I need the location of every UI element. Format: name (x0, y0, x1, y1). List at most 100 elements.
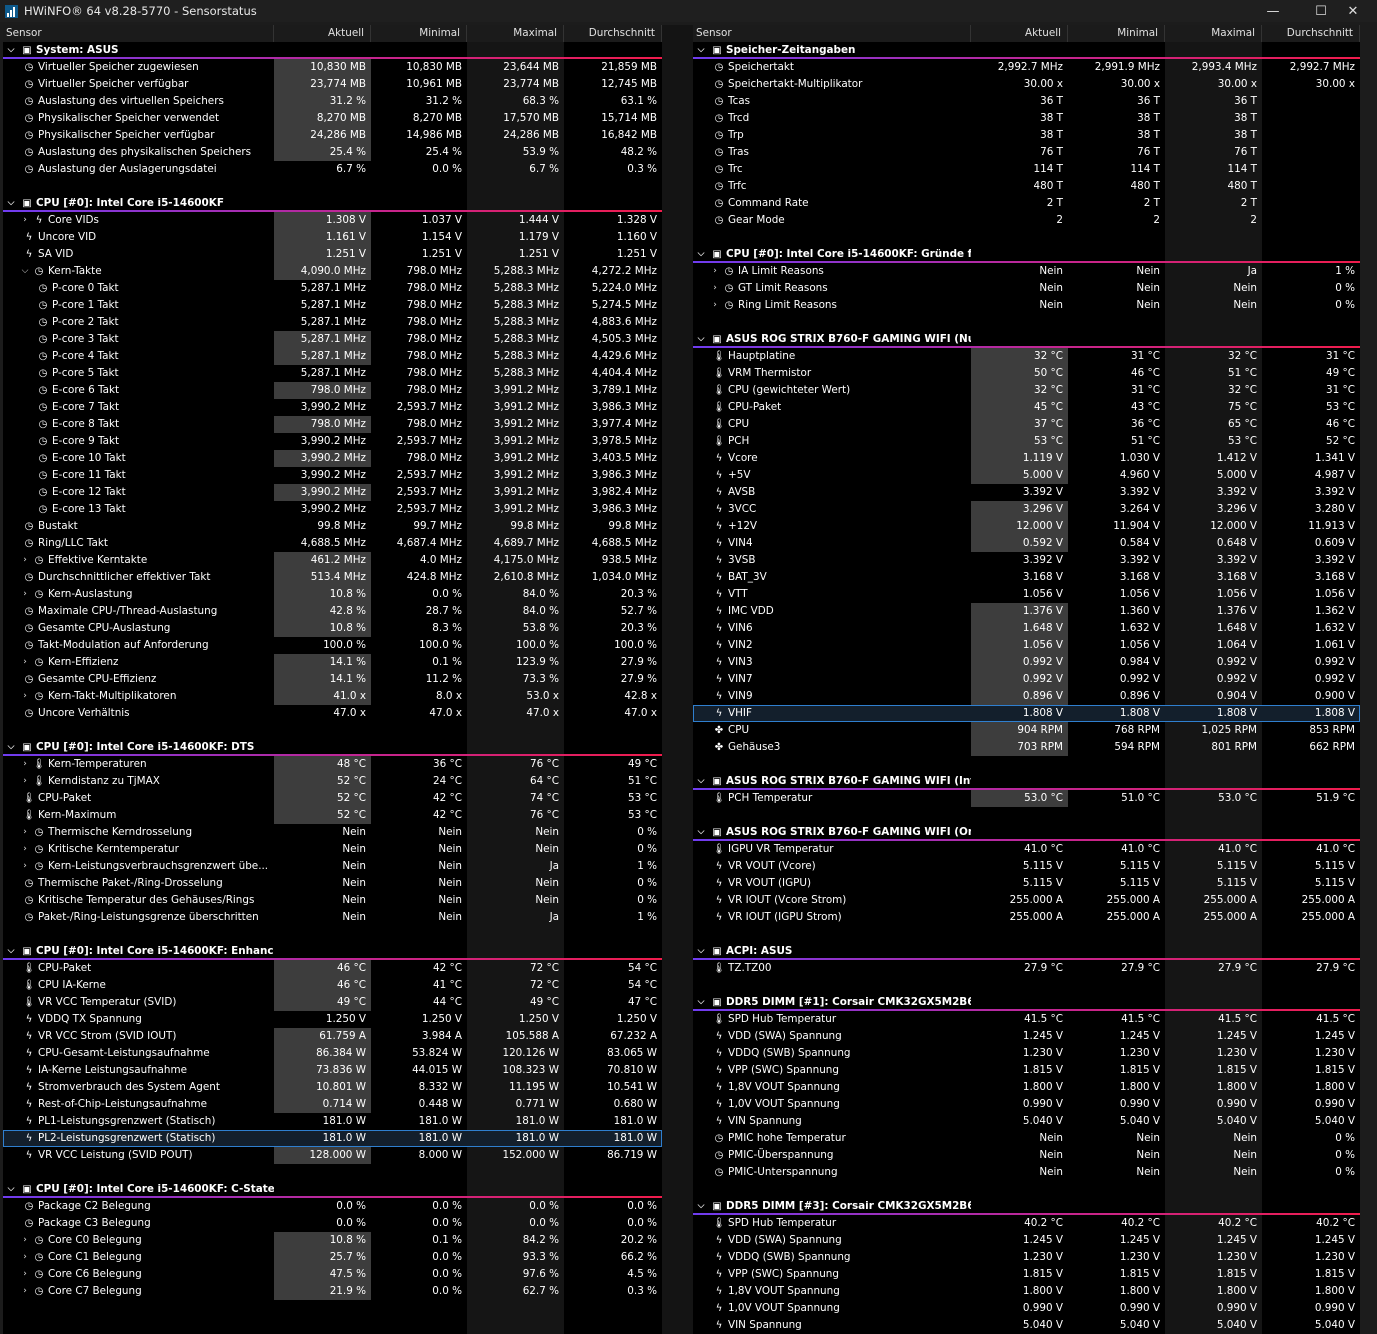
sensor-row[interactable]: ◷ E-core 8 Takt 798.0 MHz 798.0 MHz 3,991.2 … (3, 416, 662, 433)
sensor-row[interactable]: › ◷ Kern-Takt-Multiplikatoren 41.0 x 8.0 x 53… (3, 688, 662, 705)
sensor-row[interactable]: 🌡︎ IGPU VR Temperatur 41.0 °C 41.0 °C 41.0 °… (693, 841, 1360, 858)
sensor-row[interactable]: › ◷ Kern-Effizienz 14.1 % 0.1 % 123.9 % 27.9 % (3, 654, 662, 671)
minimize-button[interactable]: — (1249, 0, 1297, 22)
sensor-row[interactable]: 🌡︎ VR VCC Temperatur (SVID) 49 °C 44 °C 49 °… (3, 994, 662, 1011)
sensor-row[interactable]: ϟ IMC VDD 1.376 V 1.360 V 1.376 V 1.362 V (693, 603, 1360, 620)
sensor-group-header[interactable]: ⌵ ▣ DDR5 DIMM [#3]: Corsair CMK32GX5M2B600… (693, 1198, 1360, 1215)
chevron-right-icon[interactable]: › (709, 283, 721, 295)
sensor-group-header[interactable]: ⌵ ▣ CPU [#0]: Intel Core i5-14600KF: Gründ… (693, 246, 1360, 263)
chevron-right-icon[interactable]: › (19, 776, 31, 788)
sensor-row[interactable]: › ◷ Core C7 Belegung 21.9 % 0.0 % 62.7 % 0.3 % (3, 1283, 662, 1300)
sensor-row[interactable]: ϟ VR VOUT (Vcore) 5.115 V 5.115 V 5.115 V 5.1… (693, 858, 1360, 875)
sensor-row[interactable]: ◷ Bustakt 99.8 MHz 99.7 MHz 99.8 MHz 99.8 MHz (3, 518, 662, 535)
sensor-row[interactable]: ϟ VPP (SWC) Spannung 1.815 V 1.815 V 1.815 V… (693, 1266, 1360, 1283)
sensor-row[interactable]: ϟ VIN4 0.592 V 0.584 V 0.648 V 0.609 V (693, 535, 1360, 552)
sensor-row[interactable]: ϟ Rest-of-Chip-Leistungsaufnahme 0.714 W 0.… (3, 1096, 662, 1113)
sensor-row[interactable]: ◷ Trcd 38 T 38 T 38 T (693, 110, 1360, 127)
sensor-row[interactable]: › ◷ Effektive Kerntakte 461.2 MHz 4.0 MHz 4,1… (3, 552, 662, 569)
sensor-row[interactable]: ◷ Auslastung des physikalischen Speichers… (3, 144, 662, 161)
sensor-row[interactable]: ◷ Virtueller Speicher verfügbar 23,774 MB 1… (3, 76, 662, 93)
sensor-row[interactable]: ◷ Tcas 36 T 36 T 36 T (693, 93, 1360, 110)
sensor-row[interactable]: ◷ E-core 11 Takt 3,990.2 MHz 2,593.7 MHz 3,9… (3, 467, 662, 484)
sensor-row[interactable]: ϟ Uncore VID 1.161 V 1.154 V 1.179 V 1.160 V (3, 229, 662, 246)
col-sensor-header[interactable]: Sensor (693, 25, 971, 42)
sensor-row[interactable]: 🌡︎ CPU-Paket 46 °C 42 °C 72 °C 54 °C (3, 960, 662, 977)
sensor-row[interactable]: ϟ PL2-Leistungsgrenzwert (Statisch) 181.0 … (3, 1130, 662, 1147)
sensor-row[interactable]: ϟ VR VCC Leistung (SVID POUT) 128.000 W 8.0… (3, 1147, 662, 1164)
sensor-row[interactable]: ◷ Uncore Verhältnis 47.0 x 47.0 x 47.0 x 47.0… (3, 705, 662, 722)
sensor-row[interactable]: ◷ Auslastung der Auslagerungsdatei 6.7 % 0.… (3, 161, 662, 178)
sensor-row[interactable]: ◷ Package C3 Belegung 0.0 % 0.0 % 0.0 % 0.0 % (3, 1215, 662, 1232)
sensor-row[interactable]: ϟ BAT_3V 3.168 V 3.168 V 3.168 V 3.168 V (693, 569, 1360, 586)
sensor-group-header[interactable]: ⌵ ▣ DDR5 DIMM [#1]: Corsair CMK32GX5M2B600… (693, 994, 1360, 1011)
sensor-row[interactable]: ϟ CPU-Gesamt-Leistungsaufnahme 86.384 W 53.… (3, 1045, 662, 1062)
chevron-down-icon[interactable]: ⌵ (695, 827, 707, 839)
sensor-row[interactable]: ϟ VR IOUT (IGPU Strom) 255.000 A 255.000 A 2… (693, 909, 1360, 926)
chevron-down-icon[interactable]: ⌵ (5, 198, 17, 210)
sensor-row[interactable]: 🌡︎ TZ.TZ00 27.9 °C 27.9 °C 27.9 °C 27.9 °C (693, 960, 1360, 977)
sensor-row[interactable]: ◷ E-core 9 Takt 3,990.2 MHz 2,593.7 MHz 3,99… (3, 433, 662, 450)
sensor-row[interactable]: ◷ E-core 13 Takt 3,990.2 MHz 2,593.7 MHz 3,9… (3, 501, 662, 518)
sensor-row[interactable]: › ◷ Ring Limit Reasons Nein Nein Nein 0 % (693, 297, 1360, 314)
chevron-right-icon[interactable]: › (19, 215, 31, 227)
col-aktuell-header[interactable]: Aktuell (971, 25, 1068, 42)
sensor-row[interactable]: 🌡︎ PCH Temperatur 53.0 °C 51.0 °C 53.0 °C 51.… (693, 790, 1360, 807)
sensor-row[interactable]: 🌡︎ CPU-Paket 45 °C 43 °C 75 °C 53 °C (693, 399, 1360, 416)
sensor-row[interactable]: ◷ Command Rate 2 T 2 T 2 T (693, 195, 1360, 212)
chevron-right-icon[interactable]: › (709, 300, 721, 312)
sensor-row[interactable]: › 🌡︎ Kerndistanz zu TjMAX 52 °C 24 °C 64 °C 51… (3, 773, 662, 790)
chevron-down-icon[interactable]: ⌵ (5, 742, 17, 754)
sensor-row[interactable]: ◷ E-core 12 Takt 3,990.2 MHz 2,593.7 MHz 3,9… (3, 484, 662, 501)
sensor-row[interactable]: ϟ VTT 1.056 V 1.056 V 1.056 V 1.056 V (693, 586, 1360, 603)
sensor-row[interactable]: ◷ Maximale CPU-/Thread-Auslastung 42.8 % 28… (3, 603, 662, 620)
chevron-right-icon[interactable]: › (19, 827, 31, 839)
col-aktuell-header[interactable]: Aktuell (274, 25, 371, 42)
sensor-row[interactable]: ϟ 1,8V VOUT Spannung 1.800 V 1.800 V 1.800 V… (693, 1079, 1360, 1096)
col-durchschnitt-header[interactable]: Durchschnitt (1262, 25, 1360, 42)
sensor-row[interactable]: ϟ +12V 12.000 V 11.904 V 12.000 V 11.913 V (693, 518, 1360, 535)
sensor-row[interactable]: › ϟ Core VIDs 1.308 V 1.037 V 1.444 V 1.328 V (3, 212, 662, 229)
sensor-row[interactable]: 🌡︎ CPU IA-Kerne 46 °C 41 °C 72 °C 54 °C (3, 977, 662, 994)
chevron-down-icon[interactable]: ⌵ (695, 249, 707, 261)
sensor-row[interactable]: › ◷ Kern-Leistungsverbrauchsgrenzwert übe.… (3, 858, 662, 875)
sensor-row[interactable]: › ◷ Core C0 Belegung 10.8 % 0.1 % 84.2 % 20.2 … (3, 1232, 662, 1249)
sensor-row[interactable]: 🌡︎ Kern-Maximum 52 °C 42 °C 76 °C 53 °C (3, 807, 662, 824)
sensor-row[interactable]: 🌡︎ VRM Thermistor 50 °C 46 °C 51 °C 49 °C (693, 365, 1360, 382)
sensor-group-header[interactable]: ⌵ ▣ ASUS ROG STRIX B760-F GAMING WIFI (Nuv… (693, 331, 1360, 348)
sensor-row[interactable]: ◷ P-core 5 Takt 5,287.1 MHz 798.0 MHz 5,288.… (3, 365, 662, 382)
sensor-row[interactable]: ◷ E-core 7 Takt 3,990.2 MHz 2,593.7 MHz 3,99… (3, 399, 662, 416)
chevron-right-icon[interactable]: › (19, 1235, 31, 1247)
col-sensor-header[interactable]: Sensor (3, 25, 274, 42)
col-durchschnitt-header[interactable]: Durchschnitt (564, 25, 662, 42)
sensor-row[interactable]: 🌡︎ SPD Hub Temperatur 40.2 °C 40.2 °C 40.2 °… (693, 1215, 1360, 1232)
sensor-row[interactable]: ϟ VR IOUT (Vcore Strom) 255.000 A 255.000 A… (693, 892, 1360, 909)
sensor-row[interactable]: 🌡︎ CPU-Paket 52 °C 42 °C 74 °C 53 °C (3, 790, 662, 807)
sensor-row[interactable]: ⌵ ◷ Kern-Takte 4,090.0 MHz 798.0 MHz 5,288.3 … (3, 263, 662, 280)
col-maximal-header[interactable]: Maximal (467, 25, 564, 42)
sensor-row[interactable]: ϟ +5V 5.000 V 4.960 V 5.000 V 4.987 V (693, 467, 1360, 484)
chevron-down-icon[interactable]: ⌵ (695, 946, 707, 958)
sensor-row[interactable]: ϟ VIN7 0.992 V 0.992 V 0.992 V 0.992 V (693, 671, 1360, 688)
chevron-right-icon[interactable]: › (709, 266, 721, 278)
sensor-row[interactable]: ϟ AVSB 3.392 V 3.392 V 3.392 V 3.392 V (693, 484, 1360, 501)
sensor-row[interactable]: ◷ Virtueller Speicher zugewiesen 10,830 MB… (3, 59, 662, 76)
sensor-row[interactable]: ◷ Ring/LLC Takt 4,688.5 MHz 4,687.4 MHz 4,68… (3, 535, 662, 552)
sensor-group-header[interactable]: ⌵ ▣ CPU [#0]: Intel Core i5-14600KF: DTS (3, 739, 662, 756)
sensor-row[interactable]: ◷ P-core 3 Takt 5,287.1 MHz 798.0 MHz 5,288.… (3, 331, 662, 348)
close-button[interactable]: ✕ (1329, 0, 1377, 22)
sensor-row[interactable]: ◷ P-core 0 Takt 5,287.1 MHz 798.0 MHz 5,288.… (3, 280, 662, 297)
sensor-row[interactable]: ϟ VIN2 1.056 V 1.056 V 1.064 V 1.061 V (693, 637, 1360, 654)
sensor-row[interactable]: 🌡︎ SPD Hub Temperatur 41.5 °C 41.5 °C 41.5 °… (693, 1011, 1360, 1028)
sensor-row[interactable]: ϟ VDDQ TX Spannung 1.250 V 1.250 V 1.250 V 1.… (3, 1011, 662, 1028)
sensor-row[interactable]: ϟ VDD (SWA) Spannung 1.245 V 1.245 V 1.245 V… (693, 1232, 1360, 1249)
sensor-row[interactable]: ϟ VR VCC Strom (SVID IOUT) 61.759 A 3.984 A… (3, 1028, 662, 1045)
sensor-row[interactable]: ϟ VR VOUT (IGPU) 5.115 V 5.115 V 5.115 V 5.11… (693, 875, 1360, 892)
chevron-down-icon[interactable]: ⌵ (695, 1201, 707, 1213)
sensor-group-header[interactable]: ⌵ ▣ ACPI: ASUS (693, 943, 1360, 960)
sensor-row[interactable]: 🌡︎ Hauptplatine 32 °C 31 °C 32 °C 31 °C (693, 348, 1360, 365)
sensor-row[interactable]: ◷ Physikalischer Speicher verfügbar 24,286… (3, 127, 662, 144)
sensor-row[interactable]: ◷ Paket-/Ring-Leistungsgrenze überschritt… (3, 909, 662, 926)
sensor-row[interactable]: ◷ Speichertakt-Multiplikator 30.00 x 30.00 … (693, 76, 1360, 93)
sensor-row[interactable]: ◷ PMIC hohe Temperatur Nein Nein Nein 0 % (693, 1130, 1360, 1147)
chevron-down-icon[interactable]: ⌵ (5, 1184, 17, 1196)
